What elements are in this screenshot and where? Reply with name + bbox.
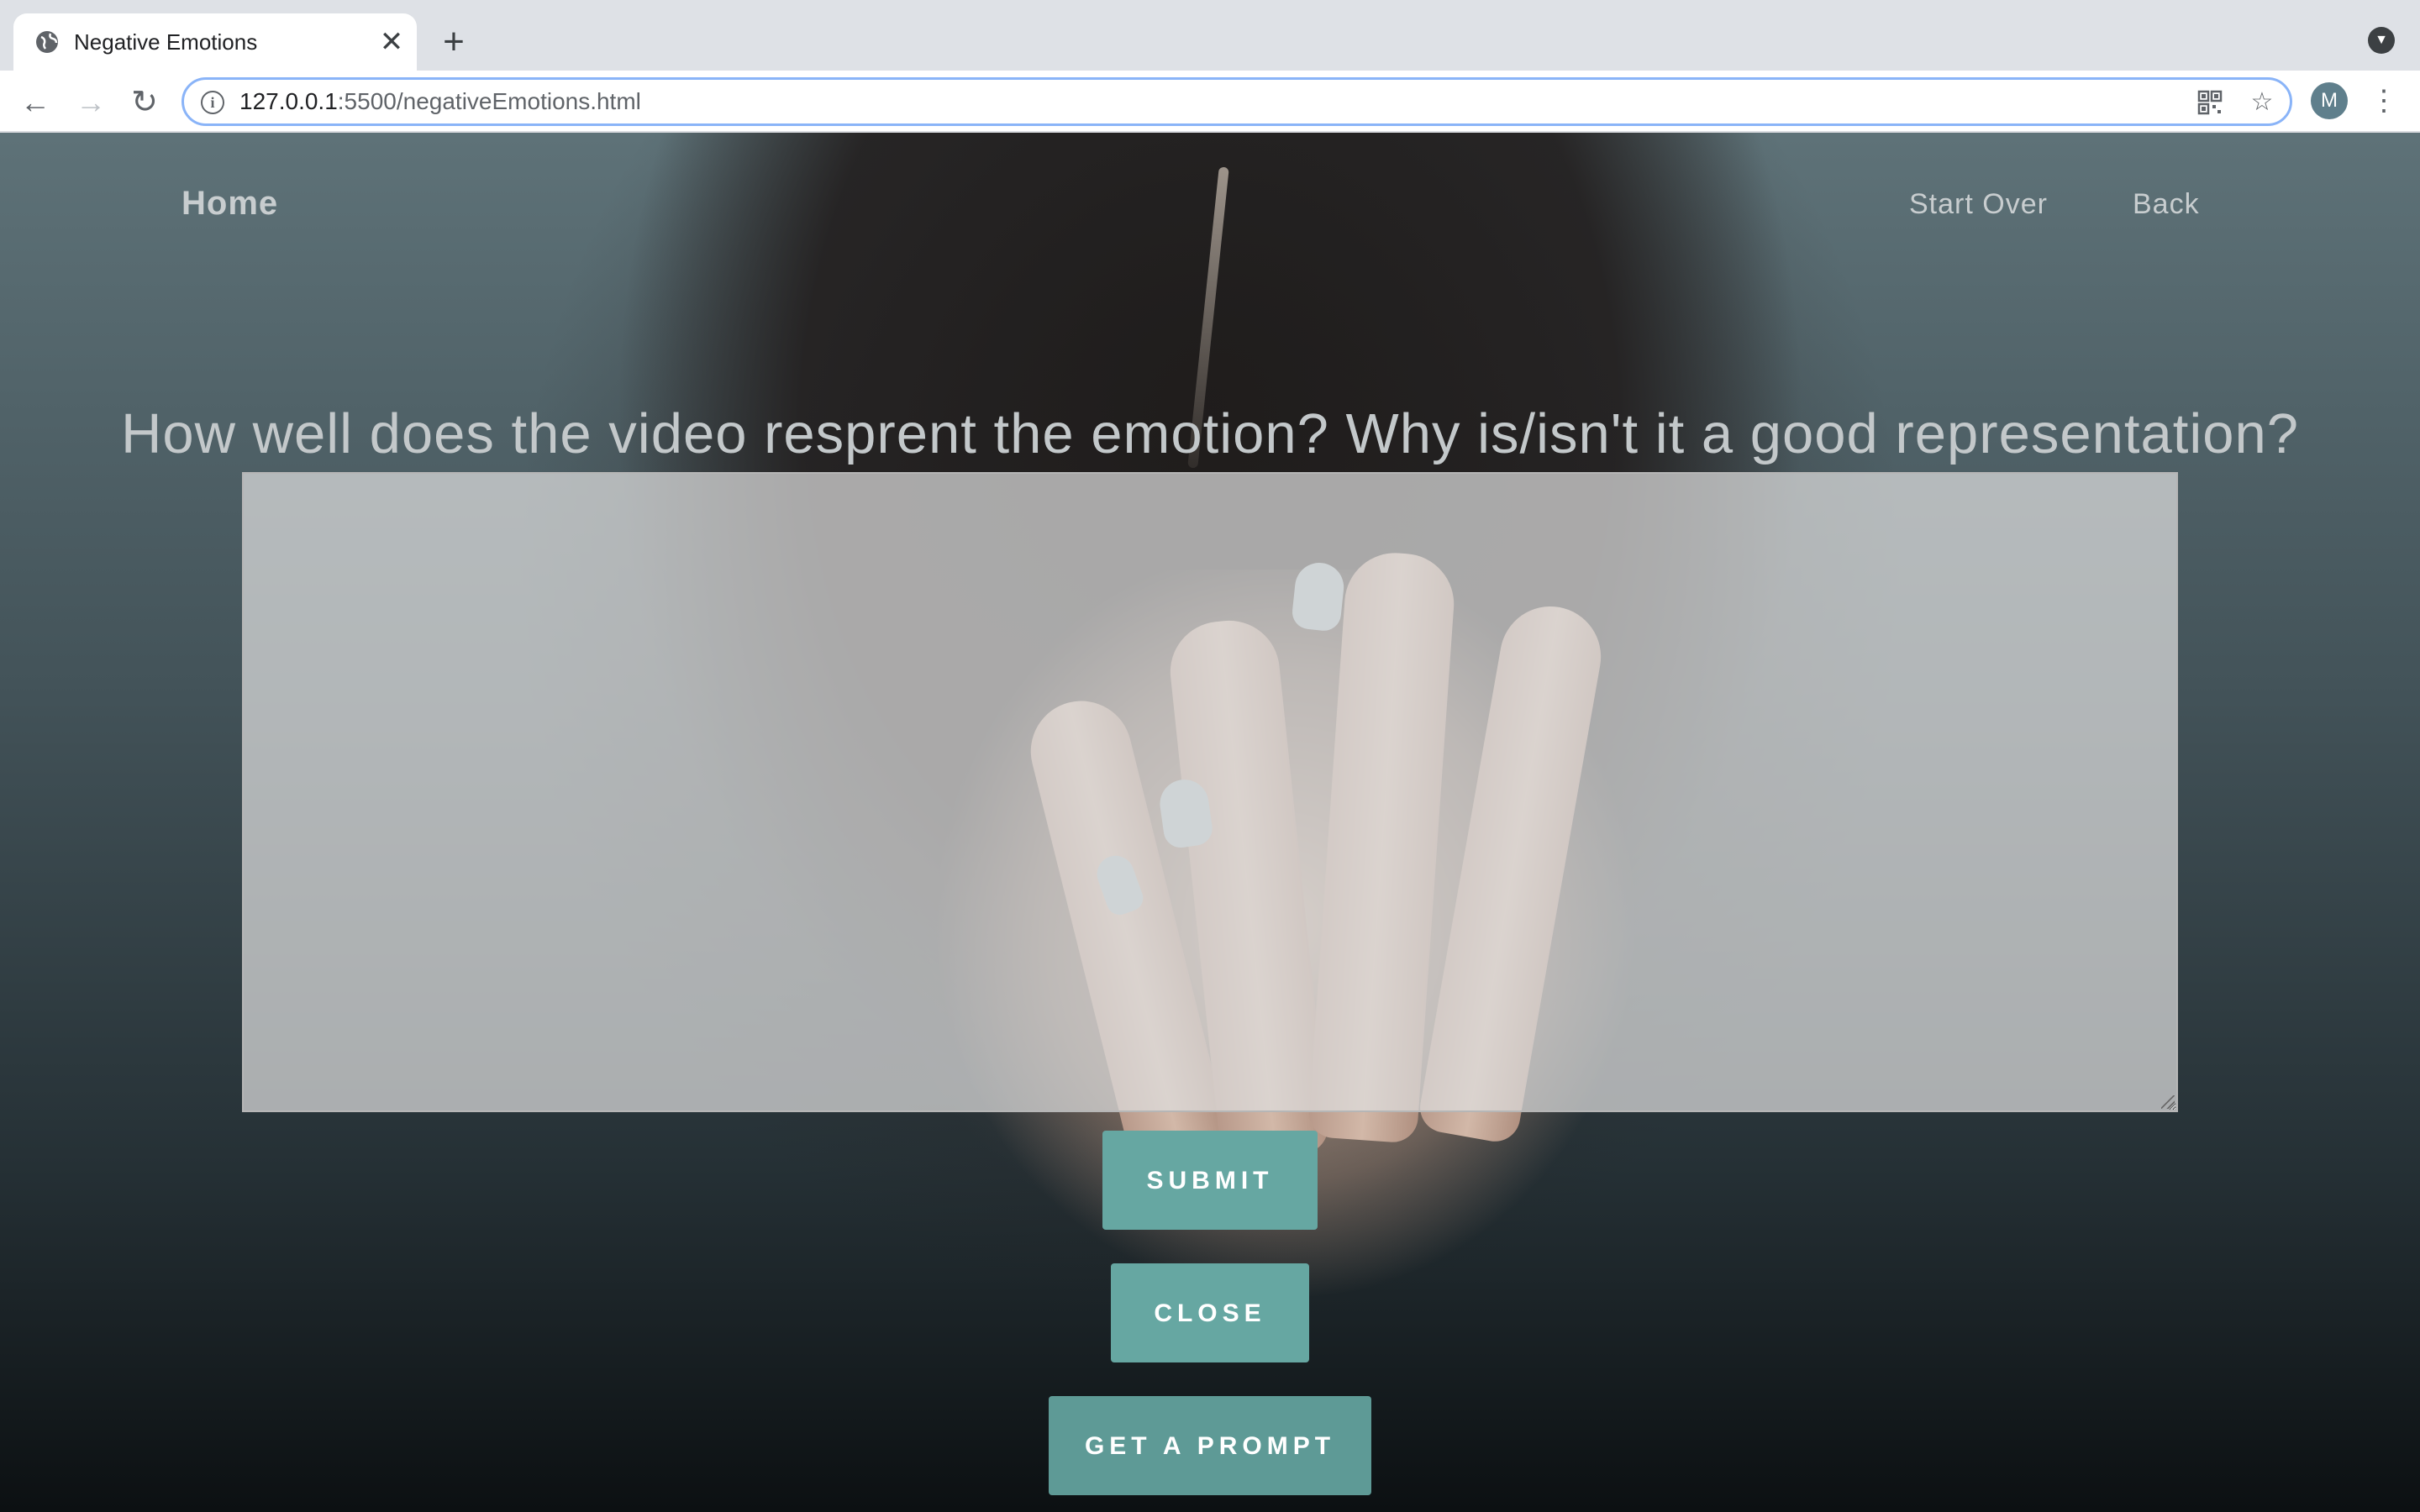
arrow-left-icon[interactable]: ← xyxy=(18,86,52,119)
get-prompt-button[interactable]: GET A PROMPT xyxy=(1049,1396,1371,1495)
reload-icon[interactable]: ↻ xyxy=(128,86,161,119)
tab-title: Negative Emotions xyxy=(74,29,258,55)
kebab-menu-icon[interactable]: ⋮ xyxy=(2370,84,2398,118)
browser-toolbar: ← → ↻ i 127.0.0.1:5500/negativeEmotions.… xyxy=(0,71,2420,133)
page-viewport: Home Start Over Back How well does the v… xyxy=(0,133,2420,1512)
answer-textarea[interactable] xyxy=(242,472,2178,1112)
globe-icon xyxy=(36,31,58,53)
submit-button[interactable]: SUBMIT xyxy=(1102,1131,1318,1230)
avatar[interactable]: M xyxy=(2311,82,2348,119)
nav-home-link[interactable]: Home xyxy=(182,185,278,223)
close-button[interactable]: CLOSE xyxy=(1111,1263,1309,1362)
close-icon[interactable]: ✕ xyxy=(378,28,405,56)
url-path: :5500/negativeEmotions.html xyxy=(337,88,641,114)
qr-code-icon[interactable] xyxy=(2196,88,2224,117)
nav-start-over-link[interactable]: Start Over xyxy=(1909,188,2048,221)
arrow-right-icon[interactable]: → xyxy=(74,86,108,119)
browser-tabstrip: Negative Emotions ✕ + ▼ xyxy=(0,0,2420,71)
info-icon[interactable]: i xyxy=(201,91,224,114)
plus-icon[interactable]: + xyxy=(437,24,471,60)
browser-tab[interactable]: Negative Emotions ✕ xyxy=(13,13,417,71)
url-host: 127.0.0.1 xyxy=(239,88,338,114)
star-icon[interactable]: ☆ xyxy=(2248,88,2276,117)
resize-grip-icon[interactable] xyxy=(2161,1095,2175,1109)
nav-back-link[interactable]: Back xyxy=(2133,188,2200,221)
question-heading: How well does the video resprent the emo… xyxy=(120,402,2300,465)
chevron-down-icon[interactable]: ▼ xyxy=(2368,27,2395,54)
address-bar[interactable]: i 127.0.0.1:5500/negativeEmotions.html ☆ xyxy=(182,77,2292,126)
url-text[interactable]: 127.0.0.1:5500/negativeEmotions.html xyxy=(239,80,641,123)
